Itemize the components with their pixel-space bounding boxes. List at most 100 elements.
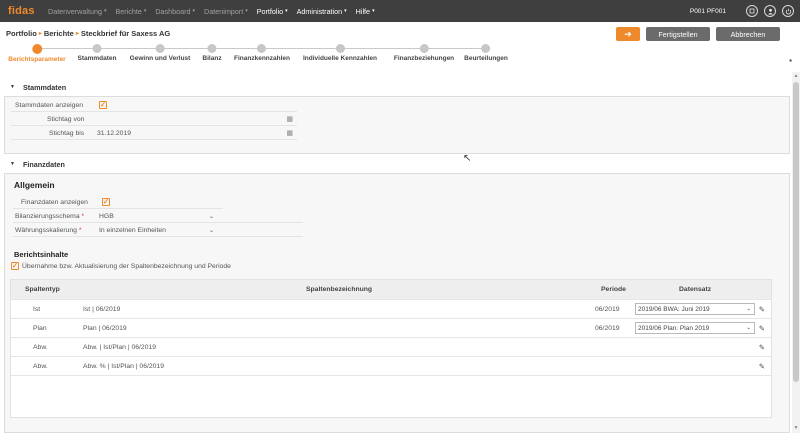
calendar-icon[interactable]: ▦ — [286, 129, 293, 137]
save-icon[interactable]: ▪ — [789, 56, 792, 65]
chevron-down-icon: ▾ — [372, 8, 375, 14]
step-dot — [207, 44, 217, 53]
col-header-datensatz[interactable]: Datensatz — [679, 286, 711, 293]
stichtag-von-label: Stichtag von — [47, 115, 85, 123]
table-empty-area — [11, 375, 771, 417]
section-title: Finanzdaten — [22, 159, 65, 169]
collapse-triangle-icon: ▼ — [10, 161, 15, 167]
scroll-up-icon[interactable]: ▲ — [793, 73, 799, 79]
finanzdaten-header[interactable]: ▼ Finanzdaten — [4, 155, 790, 173]
step-label: Finanzkennzahlen — [234, 55, 290, 62]
menu-datenverwaltung[interactable]: Datenverwaltung ▾ — [48, 7, 106, 16]
step-bilanz[interactable]: Bilanz — [202, 44, 222, 62]
col-header-spaltentyp[interactable]: Spaltentyp — [25, 286, 60, 293]
cell-periode: 06/2019 — [595, 324, 620, 332]
topbar-right: P001 PF001 — [690, 0, 794, 22]
breadcrumb-portfolio[interactable]: Portfolio — [6, 29, 37, 38]
menu-label: Portfolio — [256, 6, 284, 16]
cell-spaltenbezeichnung: Abw. % | Ist/Plan | 06/2019 — [83, 362, 164, 370]
menu-datenimport[interactable]: Datenimport ▾ — [204, 7, 248, 16]
col-header-periode[interactable]: Periode — [601, 286, 626, 293]
stammdaten-show-checkbox[interactable]: ✓ — [99, 101, 107, 109]
step-gewinn-und-verlust[interactable]: Gewinn und Verlust — [130, 44, 190, 62]
breadcrumb-berichte[interactable]: Berichte — [44, 29, 74, 38]
stammdaten-header[interactable]: ▼ Stammdaten — [4, 78, 790, 96]
edit-pencil-icon[interactable]: ✎ — [759, 305, 765, 314]
breadcrumb-current: Steckbrief für Saxess AG — [80, 29, 171, 38]
table-row[interactable]: Ist Ist | 06/2019 06/2019 2019/06 BWA: J… — [11, 299, 771, 318]
edit-pencil-icon[interactable]: ✎ — [759, 343, 765, 352]
user-glyph — [767, 8, 773, 14]
scrollbar-thumb[interactable] — [793, 82, 799, 382]
building-glyph — [749, 8, 755, 14]
cell-spaltentyp: Plan — [33, 324, 47, 332]
step-dot — [31, 44, 42, 54]
app-logo[interactable]: fidas — [8, 5, 48, 17]
table-header: Spaltentyp Spaltenbezeichnung Periode Da… — [11, 280, 771, 299]
stammdaten-section: ▼ Stammdaten Stammdaten anzeigen ✓ Stich… — [4, 78, 790, 164]
vertical-scrollbar[interactable]: ▲ ▼ — [792, 72, 800, 433]
field-label-text: Bilanzierungsschema — [15, 212, 80, 220]
bilanzierungsschema-label: Bilanzierungsschema * — [15, 213, 84, 220]
menu-portfolio[interactable]: Portfolio ▾ — [257, 7, 288, 16]
chevron-down-icon: ▾ — [143, 8, 147, 14]
step-label: Bilanz — [202, 55, 222, 62]
chevron-down-icon: ▾ — [245, 8, 248, 14]
chevron-down-icon: ▾ — [103, 8, 107, 14]
step-finanzbeziehungen[interactable]: Finanzbeziehungen — [394, 44, 454, 62]
table-row[interactable]: Abw. Abw. % | Ist/Plan | 06/2019 ✎ — [11, 356, 771, 375]
chevron-down-icon: ⌄ — [746, 306, 751, 312]
power-icon[interactable] — [782, 5, 794, 17]
chevron-down-icon: ▾ — [192, 8, 196, 14]
required-mark: * — [81, 212, 85, 220]
section-title: Stammdaten — [22, 82, 67, 92]
edit-pencil-icon[interactable]: ✎ — [759, 362, 765, 371]
stichtag-von-row: Stichtag von ▦ — [11, 113, 297, 126]
datensatz-select-value: 2019/06 BWA: Juni 2019 — [638, 305, 710, 313]
step-finanzkennzahlen[interactable]: Finanzkennzahlen — [234, 44, 290, 62]
calendar-icon[interactable]: ▦ — [286, 115, 293, 123]
step-label: Finanzbeziehungen — [393, 55, 455, 62]
cancel-button[interactable]: Abbrechen — [716, 27, 780, 41]
main-content: ▼ Stammdaten Stammdaten anzeigen ✓ Stich… — [4, 72, 790, 433]
step-dot — [481, 44, 491, 53]
top-navigation-bar: fidas Datenverwaltung ▾ Berichte ▾ Dashboa… — [0, 0, 800, 22]
building-icon[interactable] — [746, 5, 758, 17]
step-beurteilungen[interactable]: Beurteilungen — [464, 44, 508, 62]
wizard-stepper: Berichtsparameter Stammdaten Gewinn und … — [4, 44, 774, 66]
table-row[interactable]: Abw. Abw. | Ist/Plan | 06/2019 ✎ — [11, 337, 771, 356]
datensatz-select-value: 2019/06 Plan: Plan 2019 — [638, 324, 710, 332]
finish-button[interactable]: Fertigstellen — [646, 27, 710, 41]
chevron-down-icon[interactable]: ⌄ — [209, 227, 214, 234]
step-label: Berichtsparameter — [8, 56, 66, 63]
menu-label: Datenimport — [204, 6, 244, 16]
next-step-button[interactable]: ➔ — [616, 27, 640, 41]
user-icon[interactable] — [764, 5, 776, 17]
menu-dashboard[interactable]: Dashboard ▾ — [155, 7, 195, 16]
finanzdaten-show-checkbox[interactable]: ✓ — [102, 198, 110, 206]
stammdaten-show-label: Stammdaten anzeigen — [15, 101, 84, 109]
stichtag-bis-row: Stichtag bis 31.12.2019 ▦ — [11, 127, 297, 140]
step-berichtsparameter[interactable]: Berichtsparameter — [8, 44, 66, 63]
datensatz-select[interactable]: 2019/06 Plan: Plan 2019 ⌄ — [635, 322, 755, 334]
col-header-spaltenbezeichnung[interactable]: Spaltenbezeichnung — [306, 286, 372, 293]
scroll-down-icon[interactable]: ▼ — [793, 425, 799, 431]
table-row[interactable]: Plan Plan | 06/2019 06/2019 2019/06 Plan… — [11, 318, 771, 337]
finanzdaten-show-row: Finanzdaten anzeigen ✓ — [13, 196, 223, 209]
menu-label: Administration — [296, 6, 343, 16]
stichtag-bis-input[interactable]: 31.12.2019 — [97, 130, 131, 137]
menu-berichte[interactable]: Berichte ▾ — [115, 7, 146, 16]
waehrungsskalierung-label: Währungsskalierung * — [15, 227, 82, 234]
step-stammdaten[interactable]: Stammdaten — [77, 44, 117, 62]
step-individuelle-kennzahlen[interactable]: Individuelle Kennzahlen — [303, 44, 377, 62]
breadcrumb-separator-icon: ▸ — [38, 31, 42, 37]
waehrungsskalierung-select[interactable]: In einzelnen Einheiten — [99, 227, 166, 234]
apply-checkbox[interactable]: ✓ — [11, 262, 19, 270]
menu-administration[interactable]: Administration ▾ — [297, 7, 347, 16]
menu-hilfe[interactable]: Hilfe ▾ — [356, 7, 375, 16]
edit-pencil-icon[interactable]: ✎ — [759, 324, 765, 333]
menu-label: Hilfe — [355, 6, 371, 16]
chevron-down-icon[interactable]: ⌄ — [209, 213, 214, 220]
datensatz-select[interactable]: 2019/06 BWA: Juni 2019 ⌄ — [635, 303, 755, 315]
bilanzierungsschema-select[interactable]: HGB — [99, 213, 114, 220]
